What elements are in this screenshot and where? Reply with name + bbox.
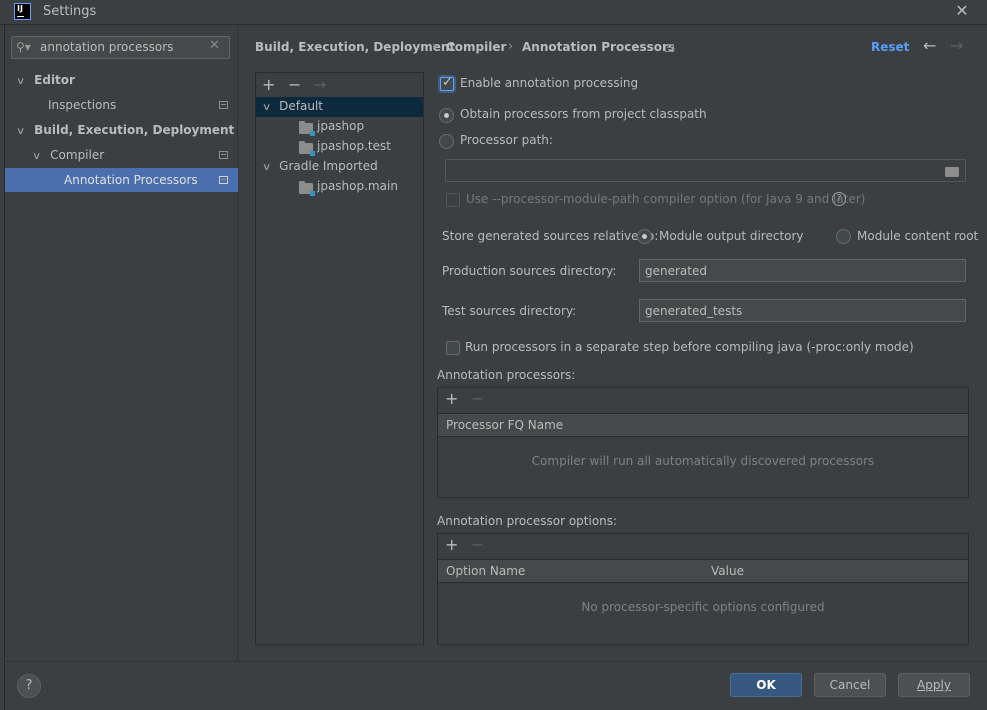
project-settings-icon: [665, 44, 674, 52]
obtain-from-classpath-radio[interactable]: [439, 108, 454, 123]
run-separate-step-checkbox[interactable]: [446, 341, 460, 355]
sidebar-item-label: Inspections: [48, 98, 117, 112]
breadcrumb-separator: ›: [508, 39, 514, 54]
module-folder-icon: [299, 181, 315, 196]
move-to-profile-button[interactable]: →: [313, 75, 326, 94]
tree-item-default[interactable]: ∨ Default: [262, 99, 324, 113]
test-sources-label: Test sources directory:: [442, 304, 577, 318]
breadcrumb-separator: ›: [432, 39, 438, 54]
processor-path-input[interactable]: [445, 159, 966, 182]
enable-annotation-processing-label: Enable annotation processing: [460, 76, 639, 90]
close-icon[interactable]: ✕: [952, 1, 972, 21]
processor-options-title: Annotation processor options:: [437, 514, 618, 528]
processor-fq-name-column-header[interactable]: Processor FQ Name: [438, 413, 968, 437]
annotation-processors-empty-text: Compiler will run all automatically disc…: [531, 454, 875, 468]
project-settings-icon: [219, 151, 228, 159]
tree-item-jpashop-main[interactable]: jpashop.main: [317, 179, 398, 193]
tree-item-gradle-imported[interactable]: ∨ Gradle Imported: [262, 159, 378, 173]
production-sources-input[interactable]: [639, 259, 966, 282]
help-button[interactable]: ?: [17, 674, 41, 698]
production-sources-label: Production sources directory:: [442, 264, 617, 278]
add-profile-button[interactable]: +: [262, 75, 275, 94]
breadcrumb-item[interactable]: Build, Execution, Deployment: [255, 40, 455, 54]
search-icon: ⚲▾: [16, 40, 31, 54]
sidebar-item-label: Editor: [34, 73, 75, 87]
module-content-root-label: Module content root: [857, 229, 979, 243]
sidebar-item-label: Build, Execution, Deployment: [34, 123, 235, 137]
chevron-down-icon[interactable]: ∨: [16, 70, 26, 94]
remove-option-button[interactable]: −: [471, 535, 484, 554]
reset-link[interactable]: Reset: [871, 40, 909, 54]
search-input[interactable]: [40, 38, 205, 56]
obtain-from-classpath-label: Obtain processors from project classpath: [460, 107, 707, 121]
run-separate-step-label: Run processors in a separate step before…: [465, 340, 914, 354]
test-sources-input[interactable]: [639, 299, 966, 322]
project-settings-icon: [219, 101, 228, 109]
sidebar-item-annotation-processors[interactable]: Annotation Processors: [64, 168, 198, 192]
sidebar-item-editor[interactable]: ∨ Editor: [16, 68, 75, 94]
chevron-down-icon[interactable]: ∨: [262, 102, 272, 113]
annotation-processors-table: [437, 387, 969, 498]
breadcrumb-item[interactable]: Compiler: [446, 40, 506, 54]
help-icon[interactable]: ?: [832, 192, 846, 206]
remove-profile-button[interactable]: −: [288, 75, 301, 94]
intellij-logo-icon: IJ: [14, 3, 31, 20]
module-tree-panel: [255, 72, 424, 645]
window-title: Settings: [43, 4, 97, 19]
module-output-directory-radio[interactable]: [637, 229, 652, 244]
option-name-column-header[interactable]: Option Name: [438, 559, 704, 583]
value-column-header[interactable]: Value: [703, 559, 968, 583]
sidebar-item-label: Annotation Processors: [64, 173, 198, 187]
forward-arrow-icon: →: [950, 36, 964, 55]
folder-browse-icon[interactable]: [945, 167, 959, 177]
tree-item-jpashop[interactable]: jpashop: [317, 119, 364, 133]
sidebar-item-inspections[interactable]: Inspections: [48, 93, 116, 117]
store-generated-label: Store generated sources relative to:: [442, 229, 659, 243]
tree-item-label: Gradle Imported: [279, 159, 378, 173]
annotation-processors-title: Annotation processors:: [437, 368, 576, 382]
processor-module-path-checkbox[interactable]: [446, 193, 460, 207]
processor-options-empty-text: No processor-specific options configured: [581, 600, 825, 614]
ok-button[interactable]: OK: [730, 673, 802, 697]
breadcrumb-item: Annotation Processors: [522, 40, 676, 54]
module-folder-icon: [299, 141, 315, 156]
processor-options-table: [437, 533, 969, 645]
apply-button[interactable]: Apply: [898, 673, 970, 697]
add-processor-button[interactable]: +: [445, 389, 458, 408]
chevron-down-icon[interactable]: ∨: [16, 120, 26, 144]
remove-processor-button[interactable]: −: [471, 389, 484, 408]
chevron-down-icon[interactable]: ∨: [32, 145, 42, 169]
processor-module-path-label: Use --processor-module-path compiler opt…: [466, 192, 866, 206]
add-option-button[interactable]: +: [445, 535, 458, 554]
module-content-root-radio[interactable]: [836, 229, 851, 244]
chevron-down-icon[interactable]: ∨: [262, 162, 272, 173]
sidebar-item-compiler[interactable]: ∨ Compiler: [32, 143, 105, 169]
module-output-directory-label: Module output directory: [659, 229, 804, 243]
enable-annotation-processing-checkbox[interactable]: [440, 75, 454, 91]
tree-item-jpashop-test[interactable]: jpashop.test: [317, 139, 391, 153]
module-folder-icon: [299, 121, 315, 136]
project-settings-icon: [219, 176, 228, 184]
processor-path-radio[interactable]: [439, 134, 454, 149]
processor-path-label: Processor path:: [460, 133, 553, 147]
cancel-button[interactable]: Cancel: [814, 673, 886, 697]
back-arrow-icon[interactable]: ←: [923, 36, 936, 55]
title-bar: [0, 0, 987, 25]
tree-item-label: Default: [279, 99, 324, 113]
sidebar-item-build-execution-deployment[interactable]: ∨ Build, Execution, Deployment: [16, 118, 235, 144]
clear-search-icon[interactable]: ✕: [209, 38, 220, 53]
sidebar-item-label: Compiler: [50, 148, 105, 162]
